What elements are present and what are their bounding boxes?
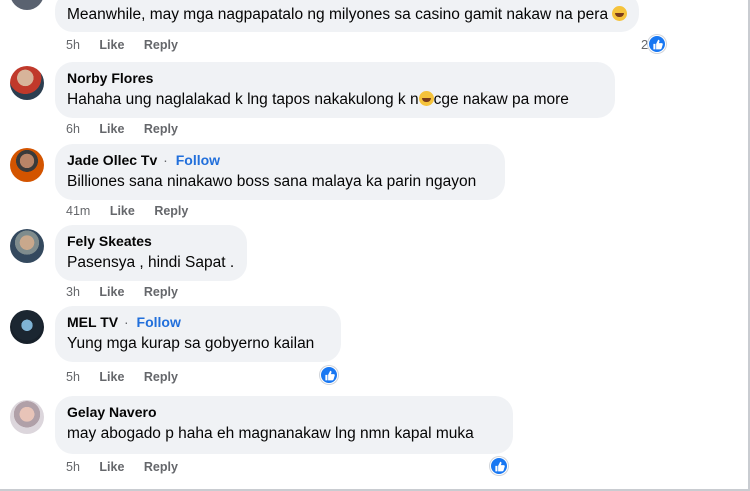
- comment-actions: 41m Like Reply: [66, 204, 204, 218]
- reply-button[interactable]: Reply: [154, 204, 188, 218]
- comment-text-body: Hahaha ung naglalakad k lng tapos nakaku…: [67, 91, 419, 108]
- avatar[interactable]: [10, 148, 44, 182]
- author-name[interactable]: Norby Flores: [67, 69, 603, 87]
- separator-dot: ·: [163, 152, 168, 168]
- author-name-text[interactable]: Fely Skeates: [67, 233, 152, 249]
- comment-text: Hahaha ung naglalakad k lng tapos nakaku…: [67, 89, 603, 111]
- comment-text: Billiones sana ninakawo boss sana malaya…: [67, 173, 477, 190]
- reply-button[interactable]: Reply: [144, 38, 178, 52]
- comment-text: Pasensya , hindi Sapat .: [67, 254, 235, 271]
- thumbs-up-icon: [320, 366, 338, 384]
- comment-time[interactable]: 6h: [66, 122, 80, 136]
- rolling-laughing-emoji-icon: [418, 91, 434, 106]
- author-name-text[interactable]: MEL TV: [67, 314, 118, 330]
- comment-text: Yung mga kurap sa gobyerno kailan: [67, 335, 315, 352]
- comment-text-body: cge nakaw pa more: [433, 91, 569, 108]
- comment-time[interactable]: 3h: [66, 285, 80, 299]
- reply-button[interactable]: Reply: [144, 460, 178, 474]
- comment-bubble: Norby Flores Hahaha ung naglalakad k lng…: [55, 62, 615, 118]
- comment-time[interactable]: 5h: [66, 370, 80, 384]
- avatar[interactable]: [10, 400, 44, 434]
- comment-actions: 5h Like Reply: [66, 38, 194, 52]
- author-name-text[interactable]: Jade Ollec Tv: [67, 152, 157, 168]
- comment-bubble: MEL TV · Follow Yung mga kurap sa gobyer…: [55, 306, 341, 362]
- reaction-summary[interactable]: [490, 457, 508, 475]
- comment-text: Meanwhile, may mga nagpapatalo ng milyon…: [67, 4, 628, 26]
- rolling-laughing-emoji-icon: [612, 6, 628, 21]
- avatar[interactable]: [10, 310, 44, 344]
- comments-frame: Meanwhile, may mga nagpapatalo ng milyon…: [0, 0, 750, 491]
- separator-dot: ·: [123, 314, 129, 330]
- like-button[interactable]: Like: [99, 370, 124, 384]
- like-button[interactable]: Like: [99, 38, 124, 52]
- comment-text-body: Meanwhile, may mga nagpapatalo ng milyon…: [67, 6, 609, 23]
- follow-button[interactable]: Follow: [137, 314, 181, 330]
- thumbs-up-icon: [490, 457, 508, 475]
- avatar[interactable]: [10, 66, 44, 100]
- comment-bubble: Meanwhile, may mga nagpapatalo ng milyon…: [55, 0, 640, 32]
- comment-actions: 5h Like Reply: [66, 460, 194, 474]
- avatar[interactable]: [10, 0, 44, 10]
- like-button[interactable]: Like: [99, 122, 124, 136]
- like-button[interactable]: Like: [99, 285, 124, 299]
- comment-time[interactable]: 41m: [66, 204, 90, 218]
- author-name: Fely Skeates: [67, 232, 235, 250]
- thumbs-up-icon: [648, 35, 667, 53]
- follow-button[interactable]: Follow: [176, 152, 220, 168]
- author-name: Gelay Navero: [67, 403, 501, 421]
- reply-button[interactable]: Reply: [144, 370, 178, 384]
- comment-time[interactable]: 5h: [66, 460, 80, 474]
- comment-bubble: Gelay Navero may abogado p haha eh magna…: [55, 396, 513, 454]
- author-name: Jade Ollec Tv · Follow: [67, 151, 493, 169]
- author-name: MEL TV · Follow: [67, 313, 329, 331]
- reply-button[interactable]: Reply: [144, 285, 178, 299]
- comment-actions: 5h Like Reply: [66, 370, 194, 384]
- comment-bubble: Fely Skeates Pasensya , hindi Sapat .: [55, 225, 247, 281]
- author-name-text[interactable]: Norby Flores: [67, 70, 153, 86]
- like-button[interactable]: Like: [99, 460, 124, 474]
- comment-bubble: Jade Ollec Tv · Follow Billiones sana ni…: [55, 144, 505, 200]
- like-button[interactable]: Like: [110, 204, 135, 218]
- comment-actions: 6h Like Reply: [66, 122, 194, 136]
- comment-actions: 3h Like Reply: [66, 285, 194, 299]
- reply-button[interactable]: Reply: [144, 122, 178, 136]
- reaction-summary[interactable]: [320, 366, 338, 384]
- comment-text: may abogado p haha eh magnanakaw lng nmn…: [67, 425, 474, 442]
- reaction-summary[interactable]: 2: [641, 35, 667, 53]
- avatar[interactable]: [10, 229, 44, 263]
- reaction-count: 2: [641, 36, 649, 52]
- author-name-text[interactable]: Gelay Navero: [67, 404, 157, 420]
- comment-time[interactable]: 5h: [66, 38, 80, 52]
